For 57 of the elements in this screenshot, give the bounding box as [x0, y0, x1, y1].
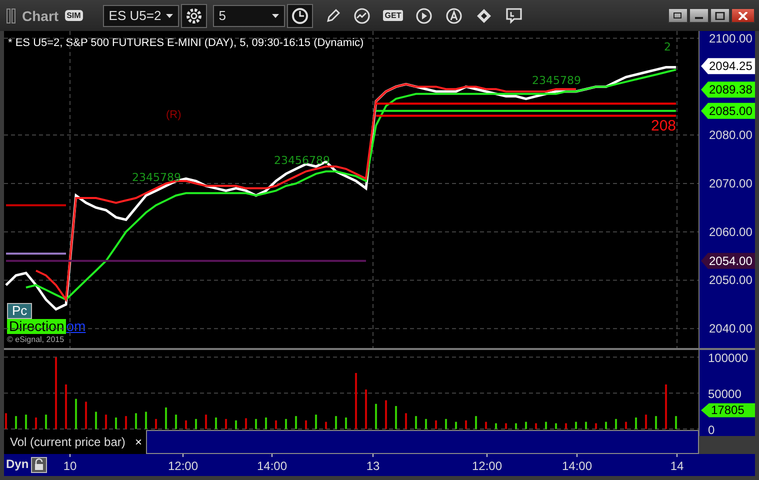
price-axis-label: 2070.00	[709, 176, 752, 190]
price-axis-label: 2100.00	[709, 31, 752, 46]
time-axis-label: 14:00	[256, 459, 288, 473]
gear-icon	[184, 6, 203, 24]
minimize-button[interactable]	[689, 8, 709, 23]
caret-icon	[272, 14, 279, 18]
legend-label: Vol (current price bar)	[10, 435, 126, 449]
window-title: Chart	[22, 8, 59, 24]
price-axis-label: 2080.00	[709, 128, 752, 142]
diamond-icon[interactable]	[475, 6, 494, 24]
lock-icon[interactable]	[31, 457, 47, 473]
chart-annotation: 23456789	[274, 154, 330, 168]
volume-axis-label: 0	[708, 423, 715, 436]
get-button[interactable]: GET	[382, 10, 404, 21]
level-label: 208	[651, 118, 676, 135]
chart-annotation: 2	[664, 40, 671, 54]
copyright-text: © eSignal, 2015	[7, 335, 64, 344]
pencil-icon[interactable]	[324, 8, 341, 24]
price-axis-label: 2040.00	[709, 322, 752, 336]
price-tag: 2094.25	[701, 58, 755, 74]
interval-dropdown[interactable]: 5	[212, 4, 285, 26]
dynamic-mode-label: Dyn	[6, 457, 29, 471]
settings-button[interactable]	[180, 4, 207, 28]
time-axis-label: 12:00	[472, 459, 502, 473]
price-axis-label: 2050.00	[709, 273, 752, 288]
price-tag: 2089.38	[701, 82, 755, 98]
volume-axis-label: 50000	[708, 387, 742, 402]
clock-button[interactable]	[286, 4, 313, 28]
chart-annotation: 2345789	[532, 74, 581, 88]
caret-icon	[166, 14, 173, 18]
time-axis-label: 10	[63, 459, 77, 473]
volume-axis-label: 100000	[708, 351, 748, 366]
comment-icon[interactable]	[505, 6, 524, 24]
maximize-icon	[715, 12, 725, 20]
line-chart-icon[interactable]	[352, 6, 371, 24]
close-button[interactable]: ×	[134, 435, 142, 449]
play-icon[interactable]	[415, 6, 434, 24]
window-icon	[673, 12, 683, 20]
rule-marker: (R)	[166, 109, 182, 121]
grip-icon[interactable]	[6, 8, 16, 24]
time-axis-label: 14	[670, 459, 684, 473]
price-axis-label: 2060.00	[709, 224, 752, 239]
close-button[interactable]	[731, 8, 755, 23]
restore-button[interactable]	[668, 8, 688, 23]
symbol-dropdown[interactable]: ES U5=2	[102, 4, 179, 26]
chart-header: * ES U5=2, S&P 500 FUTURES E-MINI (DAY), 5, 09:30-16:15 (Dynamic)	[8, 37, 364, 49]
maximize-button[interactable]	[710, 8, 730, 23]
volume-tag: 17805	[701, 403, 755, 418]
time-axis-label: 13	[366, 459, 380, 473]
time-axis-label: 12:00	[168, 459, 198, 473]
sim-badge: SIM	[64, 10, 83, 21]
direction-label: Direction	[7, 319, 66, 334]
clock-icon	[290, 6, 309, 24]
pc-label: Pc	[7, 303, 32, 319]
chart-annotation: 2345789	[132, 171, 181, 184]
time-axis-label: 14:00	[562, 459, 592, 473]
close-icon	[738, 12, 748, 20]
